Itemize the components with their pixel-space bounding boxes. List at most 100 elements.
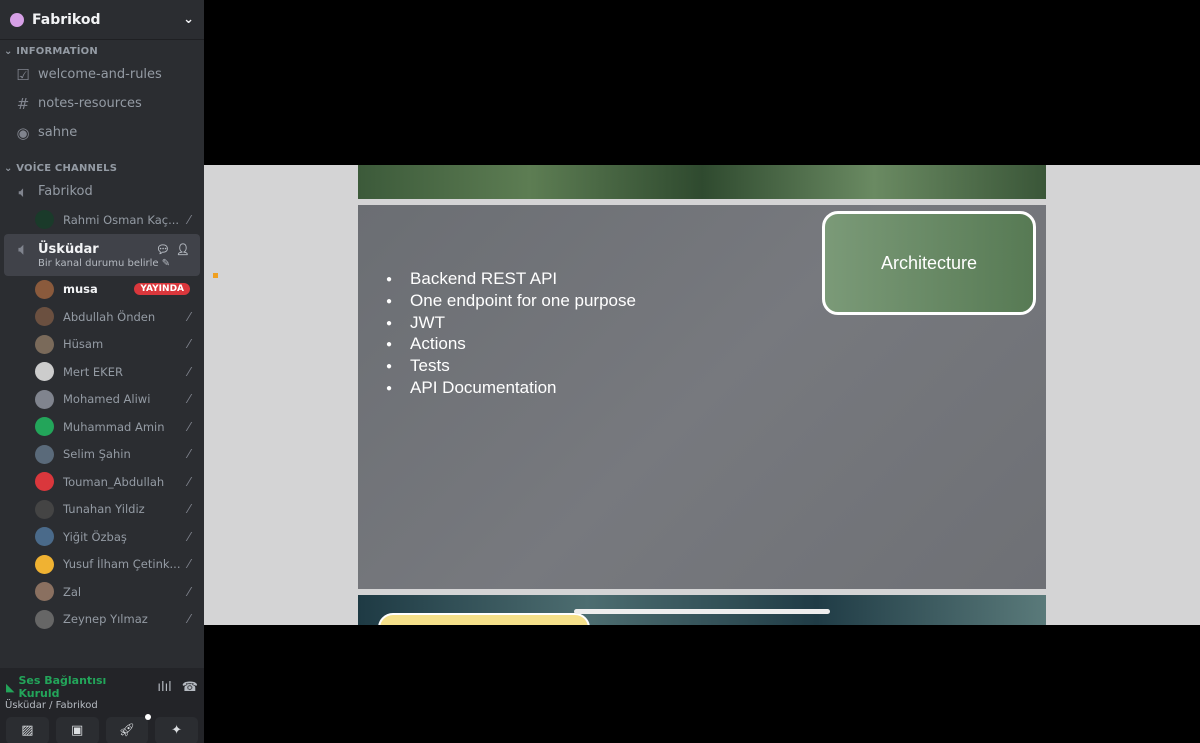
member-name: Selim Şahin <box>63 447 131 462</box>
mic-muted-icon: ⁄ <box>187 364 190 379</box>
avatar <box>35 362 54 382</box>
voice-member[interactable]: Yusuf İlham Çetink... ⁄ <box>0 551 204 579</box>
mic-muted-icon: ⁄ <box>187 419 190 434</box>
channel-sahne[interactable]: ◉ sahne <box>4 118 200 147</box>
slide-label-box <box>378 613 590 625</box>
avatar <box>35 582 54 602</box>
chevron-down-icon[interactable]: ⌄ <box>183 12 194 27</box>
voice-member[interactable]: Tunahan Yildiz ⁄ <box>0 496 204 524</box>
category-label: VOİCE CHANNELS <box>16 162 118 174</box>
rules-icon: ☑ <box>16 65 30 84</box>
member-name: Zeynep Yılmaz <box>63 612 148 627</box>
slide-bullet: Backend REST API <box>386 269 636 291</box>
disconnect-icon[interactable]: ☎ <box>182 680 198 695</box>
activity-button[interactable]: 🚀︎ <box>105 714 152 743</box>
voice-member[interactable]: Abdullah Önden ⁄ <box>0 303 204 331</box>
rocket-icon: 🚀︎ <box>118 723 136 738</box>
member-name: Mohamed Aliwi <box>63 392 151 407</box>
avatar <box>35 527 54 547</box>
voice-member[interactable]: Zal ⁄ <box>0 578 204 606</box>
member-name: Rahmi Osman Kaç... <box>63 212 180 227</box>
soundboard-icon: ✦ <box>171 723 183 738</box>
pencil-icon[interactable]: ✎ <box>162 258 170 269</box>
avatar <box>35 334 54 354</box>
connection-status[interactable]: Ses Bağlantısı Kuruld <box>18 674 147 700</box>
screen-share-icon: ▣ <box>70 723 84 738</box>
voice-panel: ◣ Ses Bağlantısı Kuruld ılıl ☎ Üsküdar / Fa… <box>0 668 204 743</box>
channel-notes-resources[interactable]: # notes-resources <box>4 89 200 118</box>
channel-sidebar: Fabrikod ⌄ ⌄ INFORMATİON ☑ welcome-and-rul… <box>0 0 204 743</box>
slide-title: Architecture <box>880 252 978 273</box>
member-name: Abdullah Önden <box>63 309 156 324</box>
slide-architecture: Backend REST APIOne endpoint for one pur… <box>358 205 1046 589</box>
member-name: Hüsam <box>63 337 104 352</box>
voice-channel-fabrikod[interactable]: 🔈︎ Fabrikod <box>4 177 200 206</box>
voice-member[interactable]: Yiğit Özbaş ⁄ <box>0 523 204 551</box>
scrollbar[interactable] <box>574 609 830 614</box>
mic-muted-icon: ⁄ <box>187 337 190 352</box>
mic-muted-icon: ⁄ <box>187 392 190 407</box>
voice-member[interactable]: Muhammad Amin ⁄ <box>0 413 204 441</box>
slide-bullet: API Documentation <box>386 378 636 400</box>
chat-icon[interactable]: 💬︎ <box>156 243 170 256</box>
voice-member[interactable]: Mert EKER ⁄ <box>0 358 204 386</box>
avatar <box>35 307 54 327</box>
server-icon <box>10 12 24 27</box>
voice-member[interactable]: Mohamed Aliwi ⁄ <box>0 386 204 414</box>
slide-bullet: Actions <box>386 334 636 356</box>
voice-member[interactable]: Rahmi Osman Kaç... ⁄ <box>0 206 204 234</box>
invite-icon[interactable]: 👤︎ <box>176 243 190 256</box>
camera-off-button[interactable]: ▨ <box>6 717 49 743</box>
screen-share-view[interactable]: Backend REST APIOne endpoint for one pur… <box>204 165 1200 625</box>
voice-member[interactable]: musa YAYINDA <box>0 276 204 304</box>
mic-muted-icon: ⁄ <box>187 584 190 599</box>
noise-suppression-icon[interactable]: ılıl <box>157 680 171 695</box>
slide-title-box: Architecture <box>822 211 1036 315</box>
avatar <box>35 210 54 230</box>
signal-icon: ◣ <box>6 680 15 694</box>
camera-off-icon: ▨ <box>21 723 34 738</box>
channel-label: Üsküdar <box>38 241 99 257</box>
avatar <box>35 609 54 629</box>
hash-lock-icon: # <box>16 94 30 113</box>
avatar <box>35 444 54 464</box>
slide-forest-thumbnail <box>358 165 1046 199</box>
connection-location[interactable]: Üsküdar / Fabrikod <box>0 700 204 711</box>
screen-share-button[interactable]: ▣ <box>55 717 99 743</box>
mic-muted-icon: ⁄ <box>187 447 190 462</box>
voice-member[interactable]: Hüsam ⁄ <box>0 331 204 359</box>
mic-muted-icon: ⁄ <box>187 529 190 544</box>
slide-bullet: JWT <box>386 313 636 335</box>
server-header[interactable]: Fabrikod ⌄ <box>0 0 204 40</box>
mic-muted-icon: ⁄ <box>187 612 190 627</box>
voice-channel-uskudar[interactable]: 🔈︎ Üsküdar 💬︎ 👤︎ Bir kanal durumu belirle ✎ <box>4 233 200 276</box>
member-name: Zal <box>63 584 82 599</box>
stage-icon: ◉ <box>16 123 30 142</box>
speaker-icon: 🔈︎ <box>18 240 28 258</box>
live-badge: YAYINDA <box>134 283 190 296</box>
avatar <box>35 389 54 409</box>
voice-member[interactable]: Selim Şahin ⁄ <box>0 441 204 469</box>
voice-member[interactable]: Touman_Abdullah ⁄ <box>0 468 204 496</box>
member-name: Mert EKER <box>63 364 123 379</box>
mic-muted-icon: ⁄ <box>187 309 190 324</box>
category-information[interactable]: ⌄ INFORMATİON <box>0 42 204 60</box>
avatar <box>35 279 54 299</box>
category-voice-channels[interactable]: ⌄ VOİCE CHANNELS <box>0 159 204 177</box>
channel-welcome-and-rules[interactable]: ☑ welcome-and-rules <box>4 60 200 89</box>
channel-status[interactable]: Bir kanal durumu belirle <box>38 258 159 269</box>
voice-member[interactable]: Zeynep Yılmaz ⁄ <box>0 606 204 634</box>
channel-label: Fabrikod <box>38 184 93 199</box>
avatar <box>35 417 54 437</box>
member-name: Yiğit Özbaş <box>63 529 127 544</box>
speaker-icon: 🔈︎ <box>18 182 28 201</box>
mic-muted-icon: ⁄ <box>187 502 190 517</box>
category-label: INFORMATİON <box>16 45 98 57</box>
avatar <box>35 472 54 492</box>
notification-dot <box>145 714 152 720</box>
mic-muted-icon: ⁄ <box>187 212 190 227</box>
avatar <box>35 499 54 519</box>
soundboard-button[interactable]: ✦ <box>155 717 198 743</box>
slide-bullet: One endpoint for one purpose <box>386 291 636 313</box>
mic-muted-icon: ⁄ <box>187 474 190 489</box>
